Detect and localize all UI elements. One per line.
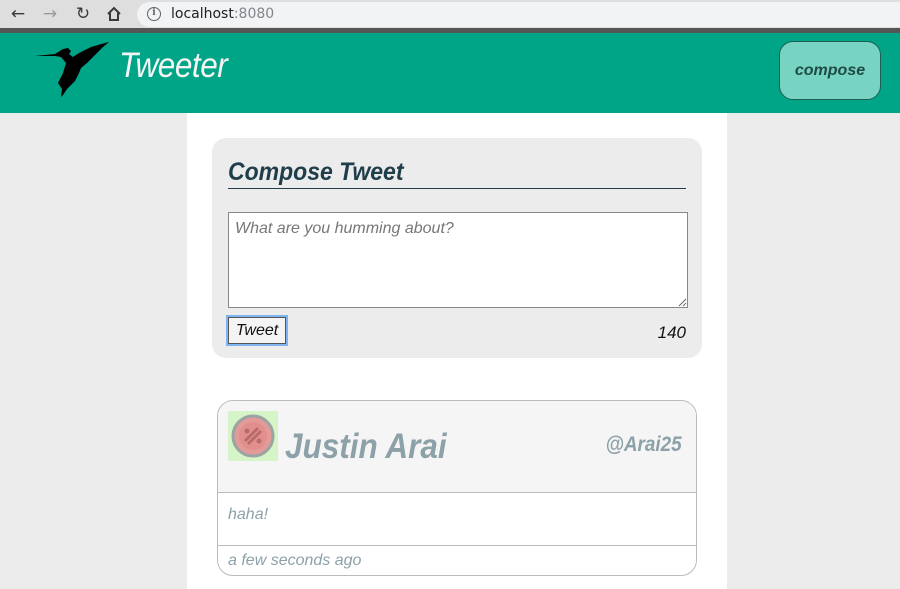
- reload-icon[interactable]: ↻: [73, 4, 93, 24]
- tweet-content: haha!: [228, 506, 269, 523]
- app-title: Tweeter: [119, 46, 228, 85]
- resize-handle-icon[interactable]: [678, 298, 687, 307]
- forward-arrow-icon[interactable]: →: [40, 4, 60, 24]
- app-header: Tweeter compose: [0, 33, 900, 113]
- tweet-footer-divider: [218, 545, 696, 546]
- url-text: localhost:8080: [171, 6, 275, 22]
- tweet-card: Justin Arai @Arai25 haha! a few seconds …: [217, 400, 697, 576]
- compose-heading: Compose Tweet: [228, 158, 404, 186]
- home-icon[interactable]: [104, 4, 124, 24]
- avatar: [228, 411, 278, 461]
- compose-toggle-button[interactable]: compose: [779, 41, 881, 100]
- compose-tweet-panel: Compose Tweet Tweet 140: [212, 138, 702, 358]
- tweet-author-name: Justin Arai: [285, 427, 447, 466]
- tweet-submit-button[interactable]: Tweet: [228, 317, 286, 344]
- character-counter: 140: [657, 323, 686, 342]
- avatar-face-icon: [231, 414, 275, 458]
- back-arrow-icon[interactable]: ←: [8, 4, 28, 24]
- hummingbird-logo-icon: [35, 42, 109, 97]
- tweet-timestamp: a few seconds ago: [228, 552, 362, 569]
- info-icon[interactable]: i: [147, 7, 161, 21]
- browser-toolbar: ← → ↻ i localhost:8080: [0, 0, 900, 28]
- main-column: Compose Tweet Tweet 140 Justin Arai @Ara…: [187, 113, 727, 589]
- heading-underline: [228, 188, 686, 189]
- tweet-header: Justin Arai @Arai25: [218, 401, 696, 493]
- tweet-author-handle: @Arai25: [605, 433, 682, 456]
- address-bar[interactable]: i localhost:8080: [137, 2, 900, 27]
- tweet-text-input[interactable]: [228, 212, 688, 308]
